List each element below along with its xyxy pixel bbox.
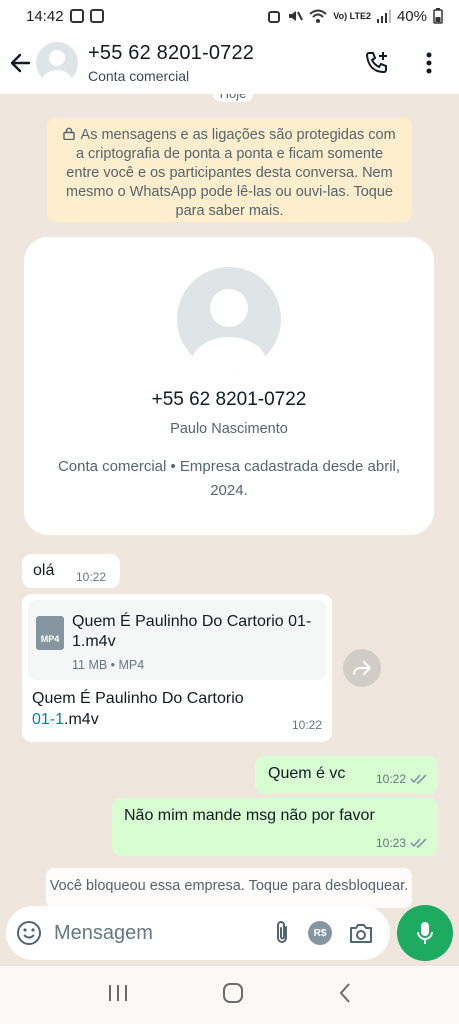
- document-title: Quem É Paulinho Do Cartorio 01-1.m4v: [72, 613, 312, 650]
- status-bar: 14:42 Vo) LTE2 40%: [0, 0, 459, 32]
- chat-area[interactable]: Hoje As mensagens e as ligações são prot…: [0, 94, 459, 966]
- wifi-icon: [309, 9, 327, 23]
- emoji-icon[interactable]: [16, 920, 42, 946]
- recents-icon: [108, 984, 127, 1001]
- avatar-body: [42, 70, 72, 84]
- message-incoming[interactable]: olá 10:22: [22, 554, 120, 588]
- alarm-icon: [268, 11, 281, 23]
- message-time: 10:22: [76, 570, 107, 584]
- home-button[interactable]: [222, 982, 244, 1009]
- contact-subtitle: Conta comercial: [88, 68, 190, 84]
- message-input[interactable]: Mensagem: [54, 922, 272, 945]
- add-call-button[interactable]: [361, 47, 393, 79]
- date-chip: Hoje: [213, 94, 253, 102]
- message-text: Quem é vc: [268, 765, 346, 782]
- more-vert-icon: [426, 52, 432, 74]
- encryption-notice[interactable]: As mensagens e as ligações são protegida…: [47, 118, 412, 222]
- message-text: olá: [33, 562, 55, 579]
- chevron-left-icon: [339, 982, 350, 1003]
- caption-suffix: .m4v: [64, 711, 99, 728]
- message-text: Não mim mande msg não por favor: [124, 807, 375, 824]
- mic-button[interactable]: [397, 905, 453, 961]
- lock-icon: [63, 127, 75, 141]
- double-check-icon: [410, 838, 427, 848]
- recent-apps-button[interactable]: [107, 983, 129, 1008]
- caption-link[interactable]: 01-1: [32, 711, 64, 728]
- microphone-icon: [417, 922, 433, 944]
- status-time: 14:42: [26, 7, 64, 25]
- signal-icon: [376, 10, 391, 23]
- forward-button[interactable]: [343, 649, 381, 687]
- message-time: 10:22: [291, 718, 322, 732]
- system-nav-bar: [0, 966, 459, 1024]
- contact-card[interactable]: +55 62 8201-0722 Paulo Nascimento Conta …: [24, 237, 434, 535]
- mute-icon: [289, 11, 304, 21]
- contact-avatar[interactable]: [36, 42, 78, 84]
- back-nav-button[interactable]: [338, 982, 352, 1009]
- home-icon: [223, 982, 244, 1003]
- paperclip-icon[interactable]: [272, 920, 292, 946]
- blocked-notice[interactable]: Você bloqueou essa empresa. Toque para d…: [46, 868, 412, 908]
- message-composer: Mensagem R$: [6, 906, 390, 960]
- network-label: Vo) LTE2: [333, 10, 371, 21]
- back-button[interactable]: [6, 43, 34, 83]
- contact-card-avatar: [177, 267, 281, 371]
- contact-card-description: Conta comercial • Empresa cadastrada des…: [57, 458, 401, 499]
- document-caption: Quem É Paulinho Do Cartorio 01-1.m4v: [32, 688, 292, 730]
- encryption-notice-text: As mensagens e as ligações são protegida…: [66, 127, 396, 219]
- battery-percent: 40%: [396, 7, 427, 25]
- message-time: 10:22: [375, 772, 406, 786]
- document-meta: 11 MB • MP4: [72, 658, 145, 672]
- chat-header: +55 62 8201-0722 Conta comercial: [0, 32, 459, 94]
- avatar-head: [49, 50, 65, 66]
- app-notification-icon: [89, 9, 104, 23]
- document-type-label: MP4: [40, 634, 60, 644]
- message-incoming-document[interactable]: MP4 Quem É Paulinho Do Cartorio 01-1.m4v…: [22, 594, 332, 742]
- forward-icon: [353, 661, 371, 675]
- contact-title: +55 62 8201-0722: [88, 42, 255, 64]
- contact-card-phone: +55 62 8201-0722: [151, 389, 307, 410]
- message-time: 10:23: [375, 836, 406, 850]
- phone-plus-icon: [365, 52, 387, 74]
- message-outgoing[interactable]: Quem é vc 10:22: [255, 756, 438, 794]
- contact-info[interactable]: +55 62 8201-0722 Conta comercial: [88, 42, 254, 84]
- battery-icon: [433, 8, 443, 24]
- arrow-left-icon: [10, 53, 31, 73]
- payment-icon[interactable]: R$: [308, 921, 332, 945]
- notification-icon: [69, 9, 84, 23]
- contact-card-name: Paulo Nascimento: [170, 421, 288, 437]
- avatar-body: [192, 337, 266, 371]
- double-check-icon: [410, 774, 427, 784]
- avatar-head: [210, 289, 248, 327]
- more-options-button[interactable]: [413, 47, 445, 79]
- video-file-icon: MP4: [36, 616, 64, 650]
- message-outgoing[interactable]: Não mim mande msg não por favor 10:23: [112, 798, 438, 856]
- caption-text: Quem É Paulinho Do Cartorio: [32, 690, 244, 707]
- document-attachment[interactable]: MP4 Quem É Paulinho Do Cartorio 01-1.m4v…: [28, 600, 326, 680]
- camera-icon[interactable]: [348, 921, 374, 945]
